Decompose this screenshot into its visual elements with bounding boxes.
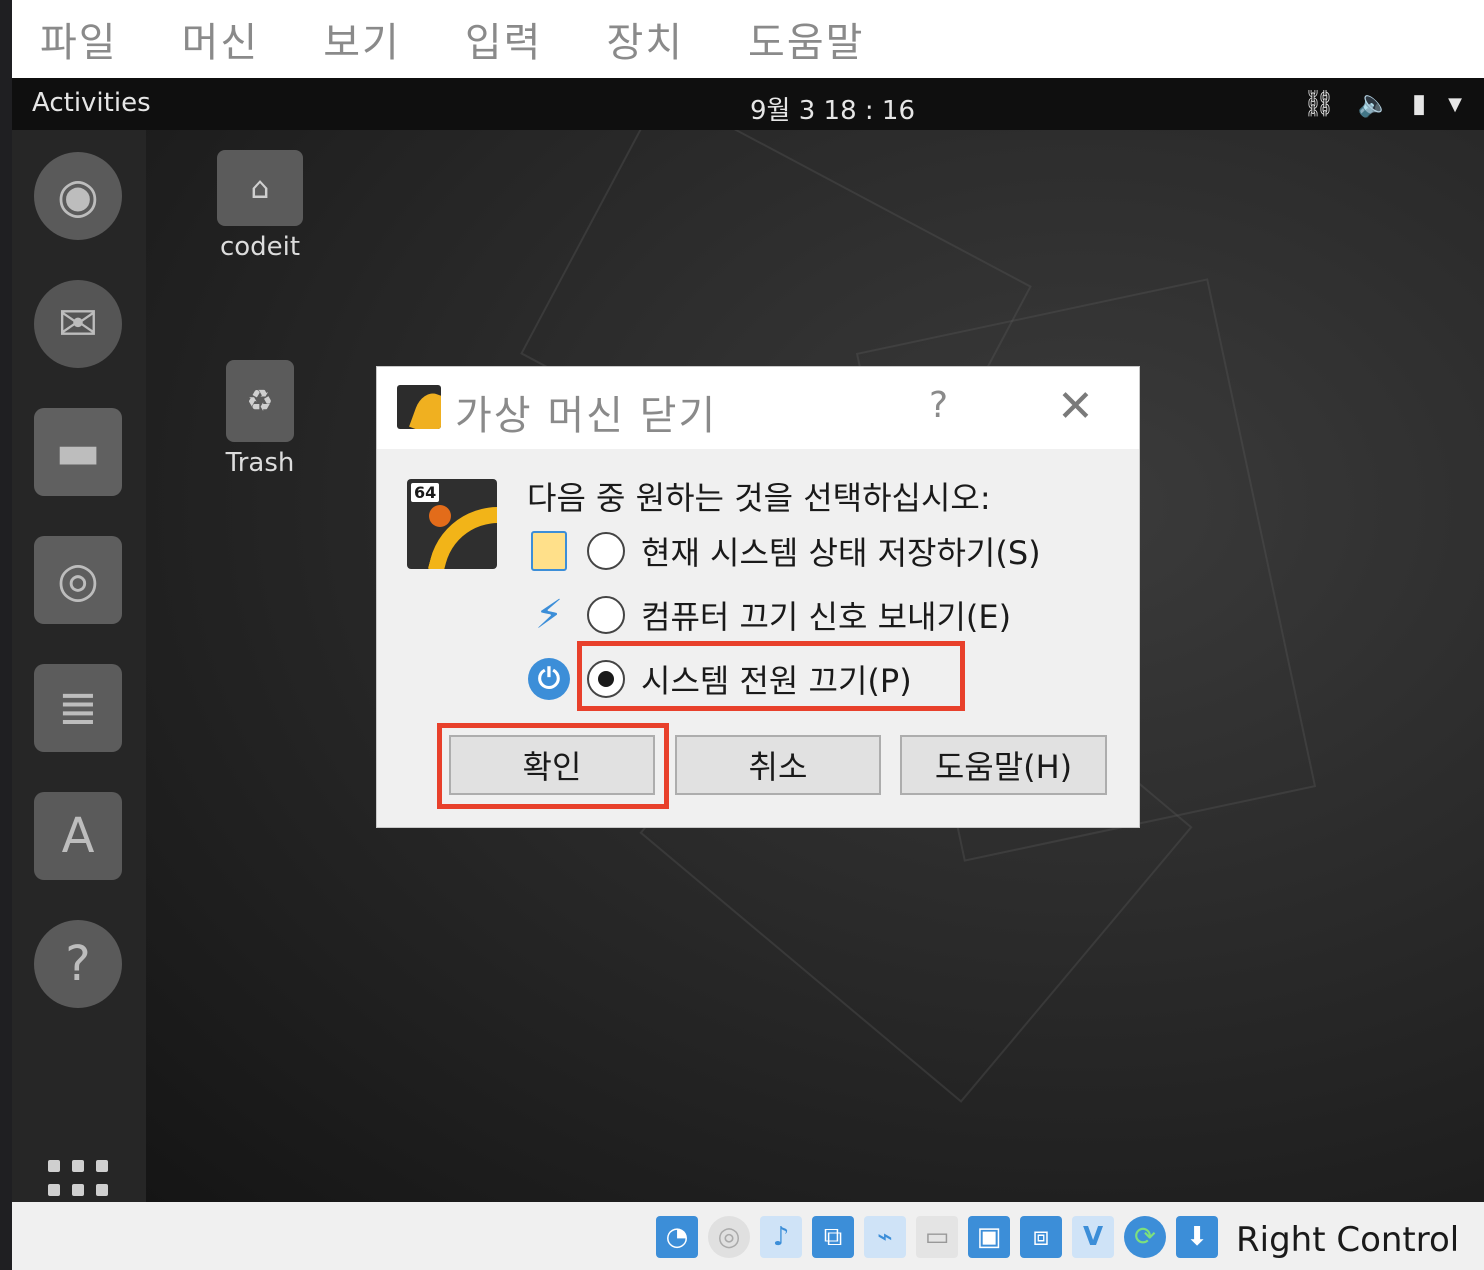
gnome-topbar: Activities 9월 3 18 : 16 ⛓ 🔈 ▮ ▼ bbox=[12, 78, 1484, 130]
desktop-item-trash[interactable]: ♻ Trash bbox=[190, 360, 330, 478]
option-label: 컴퓨터 끄기 신호 보내기(E) bbox=[641, 598, 1012, 636]
display-icon[interactable]: ▣ bbox=[968, 1216, 1010, 1258]
battery-icon[interactable]: ▮ bbox=[1412, 89, 1426, 119]
optical-drive-icon[interactable]: ◎ bbox=[708, 1216, 750, 1258]
highlight-ok bbox=[437, 723, 669, 809]
volume-icon[interactable]: 🔈 bbox=[1357, 89, 1389, 119]
keyboard-capture-icon[interactable]: ⬇ bbox=[1176, 1216, 1218, 1258]
writer-icon[interactable]: ≣ bbox=[34, 664, 122, 752]
chevron-down-icon[interactable]: ▼ bbox=[1448, 94, 1462, 115]
close-vm-dialog: 가상 머신 닫기 ? ✕ 64 다음 중 원하는 것을 선택하십시오: 현재 시… bbox=[377, 367, 1139, 827]
files-icon[interactable]: ▬ bbox=[34, 408, 122, 496]
firefox-icon[interactable]: ◉ bbox=[34, 152, 122, 240]
system-tray[interactable]: ⛓ 🔈 ▮ ▼ bbox=[1302, 86, 1484, 122]
vbox-statusbar: ◔ ◎ ♪ ⧉ ⌁ ▭ ▣ ⧈ V ⟳ ⬇ Right Control bbox=[12, 1202, 1484, 1270]
shared-folder-icon[interactable]: ▭ bbox=[916, 1216, 958, 1258]
logo-swoosh bbox=[427, 491, 497, 569]
desktop-item-label: Trash bbox=[225, 448, 295, 478]
status-icons: ◔ ◎ ♪ ⧉ ⌁ ▭ ▣ ⧈ V ⟳ ⬇ bbox=[656, 1216, 1228, 1258]
desktop-item-home[interactable]: ⌂ codeit bbox=[190, 150, 330, 262]
radio-save-state[interactable] bbox=[587, 532, 625, 570]
virtualbox-64-icon: 64 bbox=[407, 479, 497, 569]
audio-icon[interactable]: ♪ bbox=[760, 1216, 802, 1258]
show-apps-icon[interactable] bbox=[48, 1160, 108, 1202]
help-button[interactable]: 도움말(H) bbox=[900, 735, 1107, 795]
dialog-title: 가상 머신 닫기 bbox=[455, 393, 718, 439]
mouse-integration-icon[interactable]: ⟳ bbox=[1124, 1216, 1166, 1258]
recording-icon[interactable]: ⧈ bbox=[1020, 1216, 1062, 1258]
rhythmbox-icon[interactable]: ◎ bbox=[34, 536, 122, 624]
menu-devices[interactable]: 장치 bbox=[606, 10, 684, 68]
logo-dot bbox=[429, 505, 451, 527]
virtualization-icon[interactable]: V bbox=[1072, 1216, 1114, 1258]
logo-badge: 64 bbox=[411, 483, 440, 502]
vbox-menubar: 파일 머신 보기 입력 장치 도움말 bbox=[12, 0, 1484, 78]
network-icon[interactable]: ⛓ bbox=[1302, 89, 1335, 119]
option-label: 현재 시스템 상태 저장하기(S) bbox=[641, 534, 1041, 572]
lightning-icon: ⚡ bbox=[534, 592, 564, 638]
power-icon: ⏻ bbox=[527, 657, 571, 701]
sd-card-icon bbox=[527, 529, 571, 573]
dock: ◉ ✉ ▬ ◎ ≣ A ? bbox=[12, 130, 146, 1202]
home-folder-icon: ⌂ bbox=[217, 150, 303, 226]
hard-disk-icon[interactable]: ◔ bbox=[656, 1216, 698, 1258]
network-adapter-icon[interactable]: ⧉ bbox=[812, 1216, 854, 1258]
virtualbox-window: 파일 머신 보기 입력 장치 도움말 Activities 9월 3 18 : … bbox=[0, 0, 1484, 1270]
dialog-prompt: 다음 중 원하는 것을 선택하십시오: bbox=[527, 479, 991, 517]
trash-icon: ♻ bbox=[226, 360, 294, 442]
radio-acpi-shutdown[interactable] bbox=[587, 596, 625, 634]
menu-machine[interactable]: 머신 bbox=[182, 10, 260, 68]
dialog-help-button[interactable]: ? bbox=[929, 385, 948, 426]
window-frame bbox=[0, 0, 12, 1270]
menu-file[interactable]: 파일 bbox=[40, 10, 118, 68]
virtualbox-logo-icon bbox=[397, 385, 441, 429]
desktop-item-label: codeit bbox=[219, 232, 301, 262]
host-key-label: Right Control bbox=[1236, 1220, 1460, 1260]
menu-view[interactable]: 보기 bbox=[323, 10, 401, 68]
option-save-state[interactable]: 현재 시스템 상태 저장하기(S) bbox=[527, 525, 1041, 577]
software-icon[interactable]: A bbox=[34, 792, 122, 880]
cancel-button[interactable]: 취소 bbox=[675, 735, 881, 795]
clock[interactable]: 9월 3 18 : 16 bbox=[750, 90, 915, 127]
menu-input[interactable]: 입력 bbox=[465, 10, 543, 68]
dialog-close-button[interactable]: ✕ bbox=[1057, 381, 1094, 432]
usb-icon[interactable]: ⌁ bbox=[864, 1216, 906, 1258]
activities-button[interactable]: Activities bbox=[32, 88, 151, 118]
thunderbird-icon[interactable]: ✉ bbox=[34, 280, 122, 368]
dialog-titlebar: 가상 머신 닫기 ? ✕ bbox=[377, 367, 1139, 449]
menu-help[interactable]: 도움말 bbox=[748, 10, 864, 68]
highlight-power-off bbox=[577, 641, 965, 711]
option-acpi-shutdown[interactable]: ⚡ 컴퓨터 끄기 신호 보내기(E) bbox=[527, 589, 1011, 641]
help-icon[interactable]: ? bbox=[34, 920, 122, 1008]
